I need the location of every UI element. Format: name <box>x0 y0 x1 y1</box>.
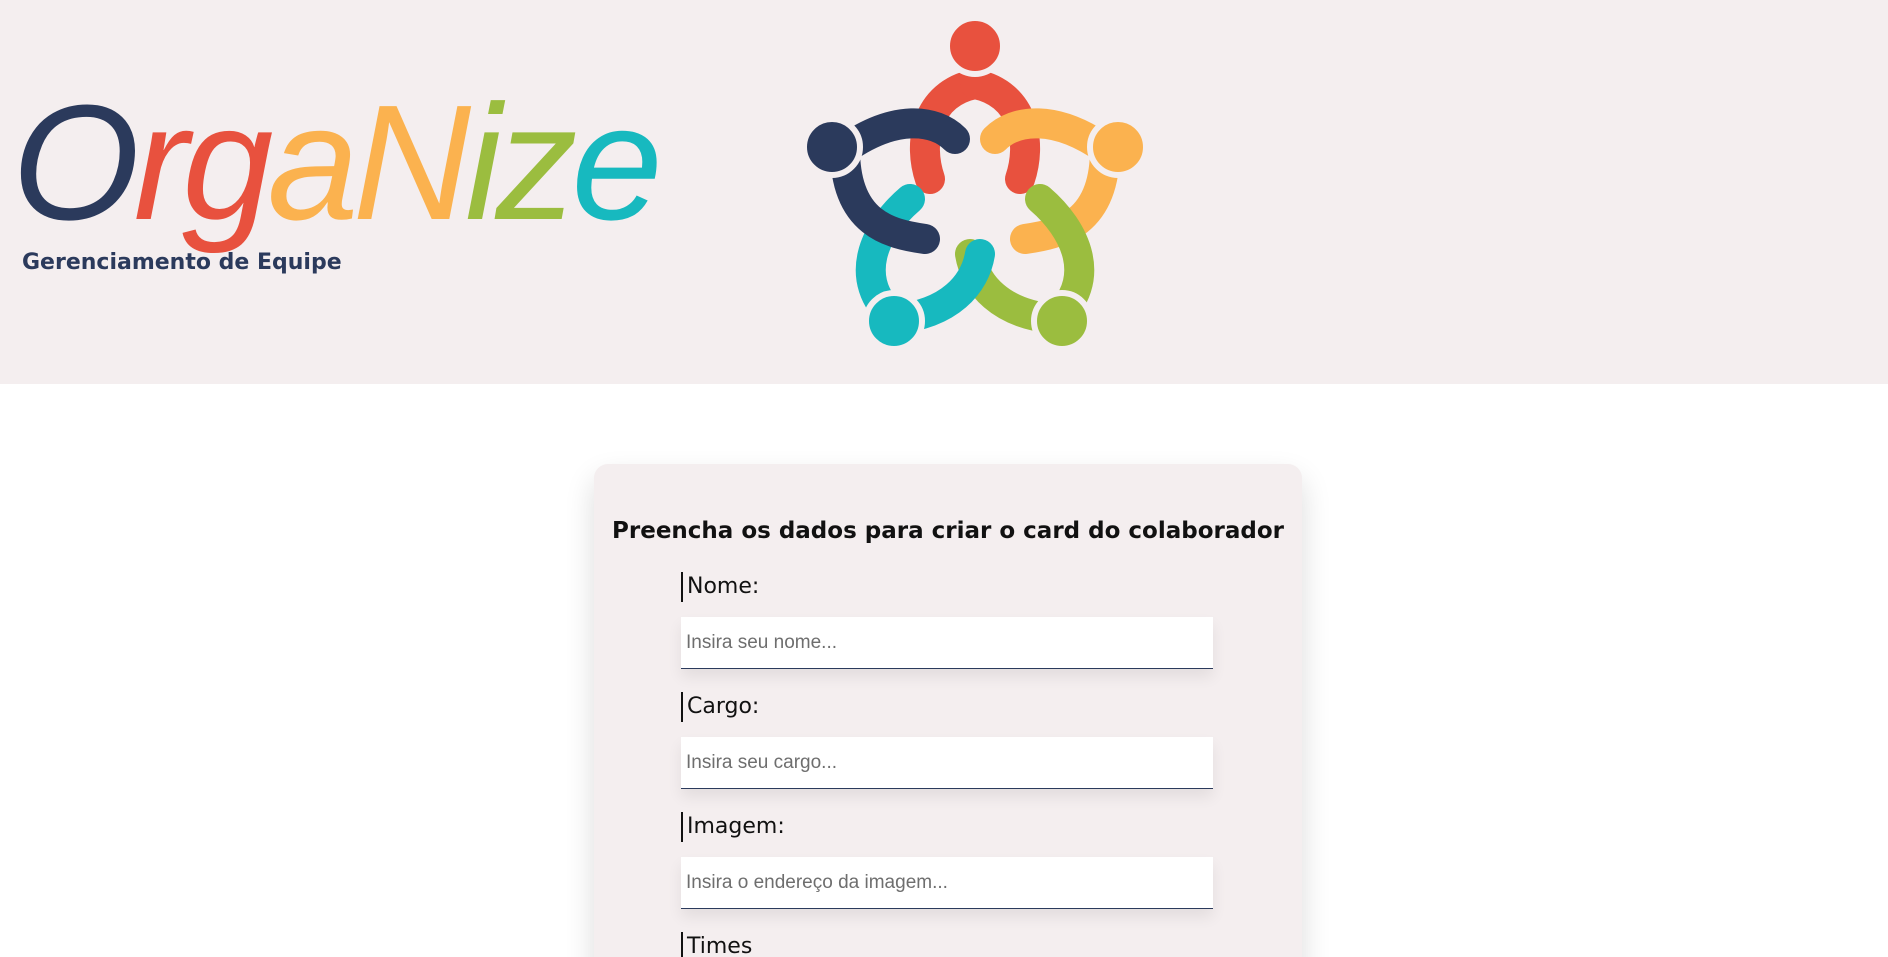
logo-letter: O <box>12 71 140 254</box>
logo-letter: r <box>133 71 189 254</box>
logo-letter: e <box>571 71 663 254</box>
logo-letter: N <box>352 71 471 254</box>
logo-letter: g <box>182 71 273 254</box>
collaborator-form-card: Preencha os dados para criar o card do c… <box>594 464 1302 957</box>
page-header: OrgaNize Gerenciamento de Equipe <box>0 0 1888 384</box>
name-label: Nome: <box>681 572 759 602</box>
role-label: Cargo: <box>681 692 759 722</box>
logo-letter: z <box>495 71 578 254</box>
teams-label: Times <box>681 932 752 957</box>
team-circle-icon <box>801 15 1149 352</box>
image-label: Imagem: <box>681 812 785 842</box>
role-input[interactable] <box>681 737 1213 789</box>
logo-letter: a <box>267 71 358 254</box>
logo-letter: i <box>465 71 502 254</box>
form-title: Preencha os dados para criar o card do c… <box>612 518 1284 544</box>
name-input[interactable] <box>681 617 1213 669</box>
tagline: Gerenciamento de Equipe <box>22 250 342 275</box>
organize-logo: OrgaNize <box>12 71 663 254</box>
image-url-input[interactable] <box>681 857 1213 909</box>
